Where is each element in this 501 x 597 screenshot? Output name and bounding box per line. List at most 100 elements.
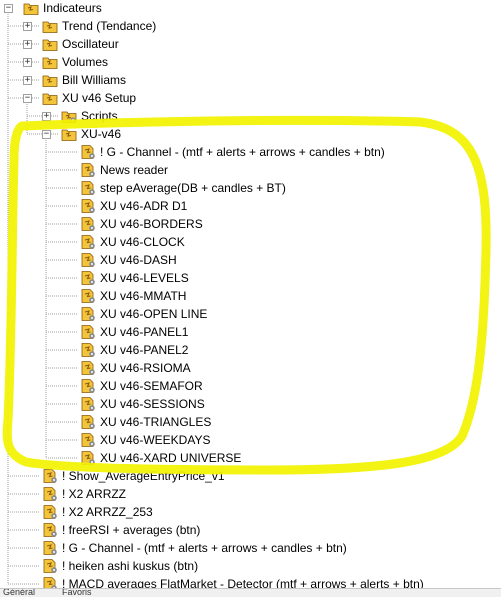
indicator-icon [42,468,58,484]
tree-item-volumes[interactable]: Volumes [42,53,108,71]
indicator-icon [80,144,96,160]
indicator-icon [42,522,58,538]
tree-item-indicateurs[interactable]: Indicateurs [23,0,102,17]
tree-item-label: ! freeRSI + averages (btn) [62,523,201,537]
bill-williams-expander[interactable]: + [23,76,32,85]
tree-item-panel1[interactable]: XU v46-PANEL1 [80,323,188,341]
tree-item-xard-universe[interactable]: XU v46-XARD UNIVERSE [80,449,241,467]
indicator-icon [80,216,96,232]
tree-item-x2-arrzz[interactable]: ! X2 ARRZZ [42,485,126,503]
tree-item-label: ! heiken ashi kuskus (btn) [62,559,199,573]
tree-item-freersi[interactable]: ! freeRSI + averages (btn) [42,521,200,539]
indicator-icon [80,252,96,268]
indicator-icon [80,414,96,430]
tree-item-label: News reader [100,163,169,177]
tree-item-clock[interactable]: XU v46-CLOCK [80,233,185,251]
xu-v46-expander[interactable]: − [42,130,51,139]
tree-item-label: XU v46-LEVELS [100,271,189,285]
indicator-icon [80,342,96,358]
folder-indicator-icon [42,36,58,52]
tree-item-label: XU v46-RSIOMA [100,361,191,375]
tree-item-weekdays[interactable]: XU v46-WEEKDAYS [80,431,210,449]
tree-item-label: XU v46-MMATH [100,289,187,303]
indicator-icon [42,504,58,520]
tree-item-label: step eAverage(DB + candles + BT) [100,181,286,195]
tree-item-g-channel-1[interactable]: ! G - Channel - (mtf + alerts + arrows +… [80,143,385,161]
tree-item-label: Volumes [62,55,109,69]
oscillateur-expander[interactable]: + [23,40,32,49]
tree-item-label: XU v46-OPEN LINE [100,307,208,321]
tree-item-label: Trend (Tendance) [62,19,157,33]
tree-item-levels[interactable]: XU v46-LEVELS [80,269,189,287]
volumes-expander[interactable]: + [23,58,32,67]
tree-item-news-reader[interactable]: News reader [80,161,168,179]
indicator-icon [42,486,58,502]
tree-item-step-eaverage[interactable]: step eAverage(DB + candles + BT) [80,179,286,197]
indicator-icon [80,234,96,250]
tree-item-label: XU v46-BORDERS [100,217,203,231]
tree-item-trend[interactable]: Trend (Tendance) [42,17,156,35]
tree-item-label: XU v46-ADR D1 [100,199,188,213]
tree-item-dash[interactable]: XU v46-DASH [80,251,177,269]
indicator-icon [80,378,96,394]
trend-expander[interactable]: + [23,22,32,31]
tree-item-label: Scripts [81,109,118,123]
tree-item-label: XU v46-PANEL2 [100,343,189,357]
tree-item-mmath[interactable]: XU v46-MMATH [80,287,186,305]
folder-indicator-icon [42,72,58,88]
tree-item-open-line[interactable]: XU v46-OPEN LINE [80,305,207,323]
indicator-icon [80,360,96,376]
indicator-icon [42,540,58,556]
folder-indicator-icon [42,18,58,34]
indicator-icon [80,306,96,322]
tree-item-triangles[interactable]: XU v46-TRIANGLES [80,413,211,431]
tree-item-label: XU v46-DASH [100,253,177,267]
tree-item-adr-d1[interactable]: XU v46-ADR D1 [80,197,187,215]
tree-item-sessions[interactable]: XU v46-SESSIONS [80,395,205,413]
scripts-expander[interactable]: + [42,112,51,121]
indicator-icon [80,180,96,196]
tree-item-bill-williams[interactable]: Bill Williams [42,71,126,89]
tree-item-label: XU v46-SESSIONS [100,397,205,411]
tree-item-label: XU v46-XARD UNIVERSE [100,451,242,465]
indicator-icon [80,432,96,448]
indicator-icon [80,198,96,214]
indicateurs-expander[interactable]: − [4,4,13,13]
tree-item-label: Indicateurs [43,1,102,15]
indicator-icon [80,396,96,412]
tree-item-show-avg-entry[interactable]: ! Show_AverageEntryPrice_v1 [42,467,225,485]
tree-item-label: XU v46-TRIANGLES [100,415,212,429]
indicator-icon [80,270,96,286]
tree-item-heiken-ashi[interactable]: ! heiken ashi kuskus (btn) [42,557,198,575]
tree-item-borders[interactable]: XU v46-BORDERS [80,215,203,233]
folder-indicator-icon [61,126,77,142]
tree-item-label: XU v46-CLOCK [100,235,185,249]
tree-item-label: XU v46-PANEL1 [100,325,189,339]
tree-item-label: XU v46-SEMAFOR [100,379,203,393]
tree-item-label: ! G - Channel - (mtf + alerts + arrows +… [100,145,385,159]
tree-item-label: XU-v46 [81,127,122,141]
tree-item-label: ! G - Channel - (mtf + alerts + arrows +… [62,541,347,555]
tree-item-label: Oscillateur [62,37,119,51]
tree-item-label: XU v46 Setup [62,91,137,105]
tree-item-rsioma[interactable]: XU v46-RSIOMA [80,359,191,377]
indicator-icon [80,162,96,178]
folder-script-icon [61,108,77,124]
tree-item-x2-arrzz-253[interactable]: ! X2 ARRZZ_253 [42,503,153,521]
tree-item-label: XU v46-WEEKDAYS [100,433,211,447]
indicator-icon [42,558,58,574]
xu-v46-setup-expander[interactable]: − [23,94,32,103]
tree-item-scripts[interactable]: Scripts [61,107,118,125]
tree-item-xu-v46[interactable]: XU-v46 [61,125,121,143]
navigator-tree: − Indicateurs + Trend (Tendance) + Oscilla… [0,0,501,596]
tree-item-label: ! Show_AverageEntryPrice_v1 [62,469,225,483]
tree-item-g-channel-2[interactable]: ! G - Channel - (mtf + alerts + arrows +… [42,539,347,557]
tree-item-label: ! X2 ARRZZ [62,487,127,501]
tree-item-xu-v46-setup[interactable]: XU v46 Setup [42,89,136,107]
folder-indicator-icon [42,54,58,70]
tree-item-panel2[interactable]: XU v46-PANEL2 [80,341,188,359]
tree-item-semafor[interactable]: XU v46-SEMAFOR [80,377,203,395]
folder-indicator-icon [42,90,58,106]
tree-item-oscillateur[interactable]: Oscillateur [42,35,119,53]
tree-item-label: Bill Williams [62,73,126,87]
